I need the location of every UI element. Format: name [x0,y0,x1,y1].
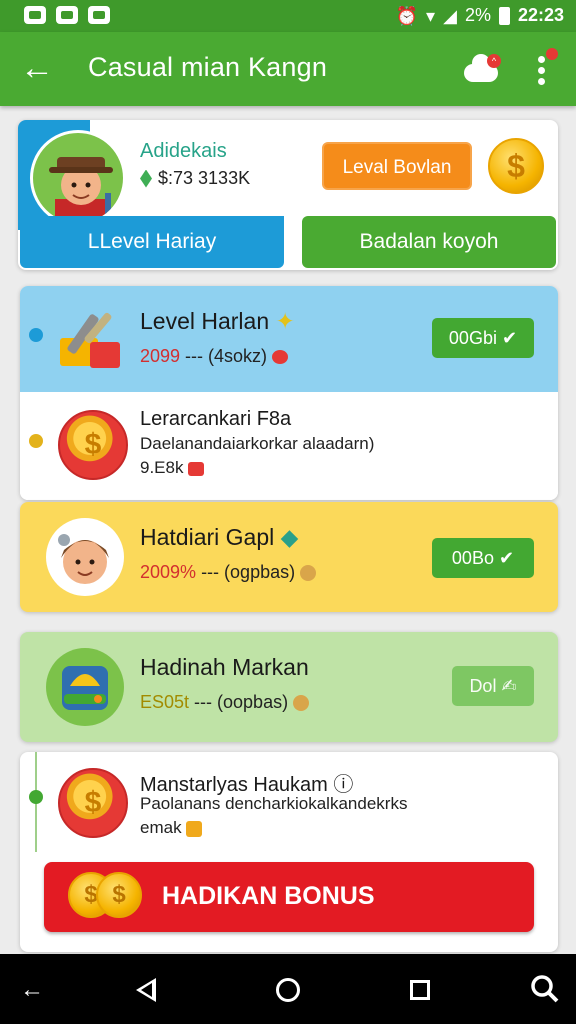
info-icon: ⓘ [333,774,354,796]
sparkle-icon: ✦ [275,308,295,334]
task-subtitle: 2009% --- (ogpbas) [140,562,317,583]
list-item[interactable]: Hatdiari Gapl ◆ 2009% --- (ogpbas) 00Bo … [20,502,558,612]
task-title: Lerarcankari F8a [140,408,292,430]
username: Adidekais [140,140,227,162]
system-nav-bar: ← [0,954,576,1024]
back-triangle-icon[interactable] [130,972,166,1008]
task-subtitle: 2099 --- (4sokz) [140,346,289,367]
task-title-text: Hatdiari Gapl [140,524,275,550]
balance-value: $:73 3133K [158,168,251,188]
recents-icon[interactable] [402,972,438,1008]
avatar-illustration-icon [49,157,113,223]
tag-icon [188,461,205,476]
wifi-icon: ▾ [426,5,436,26]
status-right: ⏰ ▾ ◢ 2% 22:23 [396,5,564,26]
menu-dot [538,78,545,85]
task-title: Hatdiari Gapl ◆ [140,524,298,551]
signal-icon: ◢ [443,5,457,26]
timeline-dot [29,790,43,804]
alarm-icon: ⏰ [395,5,419,26]
claim-button[interactable]: 00Bo ✔ [432,538,534,578]
timeline-dot [29,434,43,448]
list-item[interactable]: Level Harlan ✦ 2099 --- (4sokz) 00Gbi ✔ [20,286,558,392]
small-coin-icon [300,565,317,582]
status-bar: ⏰ ▾ ◢ 2% 22:23 [0,0,576,32]
clock: 22:23 [517,5,564,25]
task-subtitle-text: --- (4sokz) [180,346,268,366]
task-amount: emak [140,818,203,838]
task-amount: 9.E8k [140,458,205,478]
small-coin-icon [293,695,310,712]
home-icon[interactable] [270,972,306,1008]
search-icon[interactable] [526,972,562,1008]
menu-badge [546,48,558,60]
task-description: Paolanans dencharkiokalkandekrks [140,794,408,813]
notification-badge: ^ [487,54,501,68]
task-title-text: Manstarlyas Haukam [140,774,328,796]
task-amount-text: emak [140,818,182,837]
back-arrow-icon[interactable]: ← [14,46,60,92]
task-subtitle-text: --- (ogpbas) [196,562,296,582]
task-description: Daelanandaiarkorkar alaadarn) [140,434,375,453]
red-badge-icon [272,350,289,365]
menu-dot [538,56,545,63]
level-harian-button[interactable]: LLevel Hariay [20,216,284,268]
timeline-dot [29,328,43,342]
notification-icon [24,6,46,24]
check-icon: ✔ [501,328,518,348]
task-subtitle: ES05t --- (oopbas) [140,692,310,713]
level-button[interactable]: Leval Bovlan [322,142,472,190]
coin-icon: $ [96,872,142,918]
character-icon [46,518,124,596]
task-group: Level Harlan ✦ 2099 --- (4sokz) 00Gbi ✔ … [20,286,558,500]
cloud-notification-button[interactable]: ^ [460,48,504,92]
claim-button-label: Dol [469,676,497,696]
app-notification-icon [88,6,110,24]
task-title: Hadinah Markan [140,654,309,680]
task-highlight: 2009% [140,562,197,582]
gift-icon [186,820,203,837]
claim-button-disabled[interactable]: Dol ✍ [452,666,534,706]
app-bar: ← Casual mian Kangn ^ [0,32,576,106]
pointer-icon: ✍ [501,676,517,696]
task-amount-text: 9.E8k [140,458,184,477]
coin-icon: $ [58,768,128,838]
task-title: Manstarlyas Haukam ⓘ [140,768,353,797]
avatar[interactable] [30,130,126,226]
overflow-menu-button[interactable] [526,48,558,92]
coin-icon: $ [58,410,128,480]
check-icon: ✔ [498,548,515,568]
task-highlight: ES05t [140,692,190,712]
task-title: Level Harlan ✦ [140,308,295,335]
profile-card: Adidekais $:73 3133K Leval Bovlan $ LLev… [18,120,558,270]
balance-row: $:73 3133K [140,168,250,189]
badge-button[interactable]: Badalan koyoh [302,216,556,268]
page-title: Casual mian Kangn [88,52,328,82]
image-icon [56,6,78,24]
claim-button-label: 00Gbi [448,328,497,348]
list-item[interactable]: $ Manstarlyas Haukam ⓘ Paolanans denchar… [20,752,558,852]
claim-button-label: 00Bo [451,548,494,568]
gem-icon [140,169,152,188]
menu-dot [538,67,545,74]
bonus-button-label: HADIKAN BONUS [162,882,375,910]
bag-icon [46,648,124,726]
battery-percent: 2% [464,5,491,25]
bonus-button[interactable]: $ $ HADIKAN BONUS [44,862,534,932]
list-item[interactable]: $ Lerarcankari F8a Daelanandaiarkorkar a… [20,392,558,500]
tools-icon [54,304,124,374]
list-item[interactable]: Hadinah Markan ES05t --- (oopbas) Dol ✍ [20,632,558,742]
back-arrow-icon[interactable]: ← [14,972,50,1008]
task-highlight: 2099 [140,346,181,366]
battery-icon [498,6,510,25]
task-title-text: Level Harlan [140,308,270,334]
task-subtitle-text: --- (oopbas) [189,692,289,712]
claim-button[interactable]: 00Gbi ✔ [432,318,534,358]
coin-icon[interactable]: $ [488,138,544,194]
diamond-icon: ◆ [280,524,299,550]
